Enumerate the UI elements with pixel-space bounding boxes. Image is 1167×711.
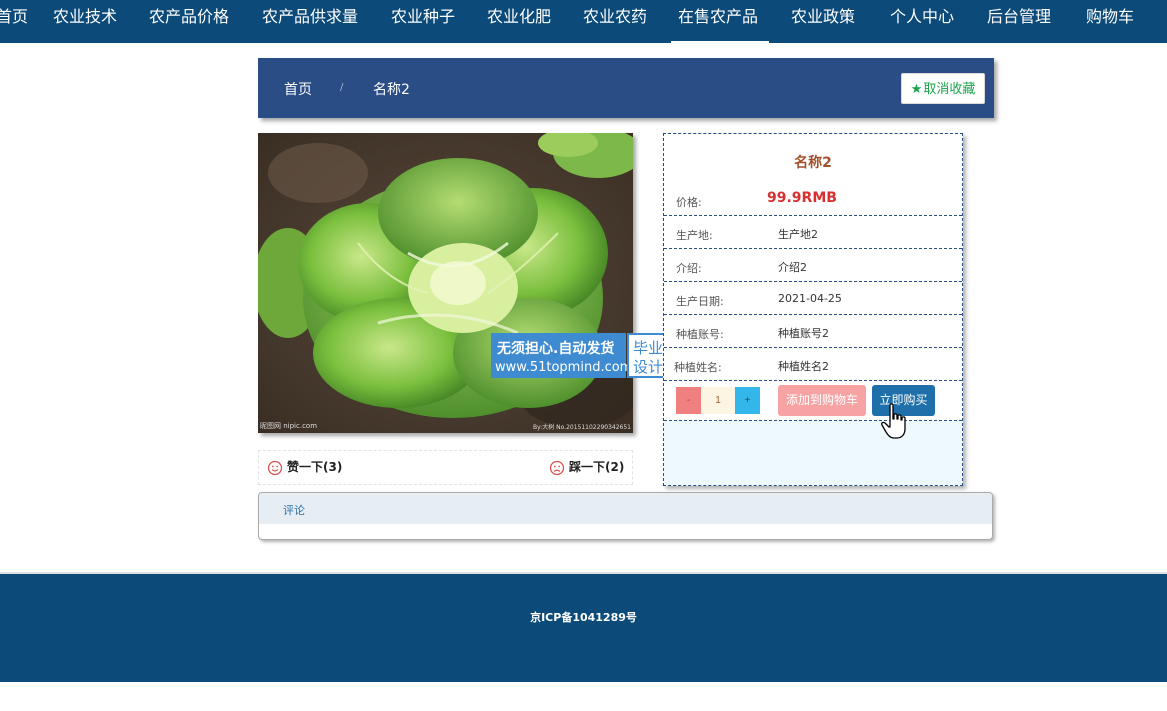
nav-item-fertilizer[interactable]: 农业化肥: [487, 0, 551, 43]
grower-name-label: 种植姓名:: [674, 361, 722, 374]
intro-value: 介绍2: [778, 261, 807, 274]
watermark-side-line2: 设计: [633, 358, 664, 376]
nav-item-pesticide[interactable]: 农业农药: [583, 0, 647, 43]
quantity-increase-button[interactable]: +: [735, 387, 760, 414]
like-label: 赞一下(3): [287, 460, 343, 474]
image-credit-right: By:大树 No.20151102290342651: [532, 424, 631, 431]
unfavorite-label: 取消收藏: [923, 81, 976, 96]
hand-cursor-icon: [881, 403, 906, 439]
image-credit-left: 昵图网 nipic.com: [260, 422, 318, 430]
grower-name-value: 种植姓名2: [778, 360, 829, 373]
lettuce-photo: [258, 133, 633, 433]
grower-account-value: 种植账号2: [778, 327, 829, 340]
nav-item-products-on-sale[interactable]: 在售农产品: [671, 0, 769, 43]
purchase-actions: - + 添加到购物车 立即购买: [664, 381, 962, 421]
star-icon: ★: [910, 81, 923, 96]
nav-item-cart[interactable]: 购物车: [1086, 0, 1134, 43]
price-row: 价格: 99.9RMB: [664, 183, 962, 216]
origin-label: 生产地:: [676, 229, 713, 242]
intro-label: 介绍:: [676, 262, 702, 275]
product-name: 名称2: [794, 155, 832, 171]
watermark-main: 无须担心.自动发货 www.51topmind.com: [491, 333, 632, 378]
quantity-input[interactable]: [701, 387, 735, 414]
price-value: 99.9RMB: [767, 190, 837, 206]
dislike-button[interactable]: 踩一下(2): [549, 458, 624, 476]
info-row-grower-account: 种植账号: 种植账号2: [664, 315, 962, 348]
smiley-icon: [267, 460, 283, 475]
watermark-line1: 无须担心.自动发货: [497, 341, 615, 357]
origin-value: 生产地2: [778, 228, 818, 241]
nav-item-tech[interactable]: 农业技术: [53, 0, 117, 43]
info-row-date: 生产日期: 2021-04-25: [664, 282, 962, 315]
breadcrumb-home-link[interactable]: 首页: [284, 79, 312, 99]
nav-item-profile[interactable]: 个人中心: [890, 0, 954, 43]
comment-panel: 评论: [258, 492, 993, 540]
product-info-header: 名称2: [664, 134, 962, 183]
quantity-decrease-button[interactable]: -: [676, 387, 701, 414]
price-label: 价格:: [676, 196, 702, 209]
nav-item-supply[interactable]: 农产品供求量: [262, 0, 358, 43]
footer: 京ICP备1041289号: [0, 572, 1167, 682]
like-button[interactable]: 赞一下(3): [267, 458, 342, 476]
watermark-line2: www.51topmind.com: [495, 360, 633, 375]
nav-item-home[interactable]: 首页: [0, 0, 28, 43]
product-image: 昵图网 nipic.com By:大树 No.20151102290342651: [258, 133, 633, 433]
breadcrumb-current: 名称2: [373, 82, 410, 98]
bottom-strip: [0, 682, 1167, 711]
frown-icon: [549, 460, 565, 475]
breadcrumb: 首页 / 名称2 ★取消收藏: [258, 58, 994, 118]
product-info-panel: 名称2 价格: 99.9RMB 生产地: 生产地2 介绍: 介绍2 生产日期: …: [663, 133, 963, 486]
add-to-cart-button[interactable]: 添加到购物车: [778, 385, 866, 416]
watermark-overlay: 无须担心.自动发货 www.51topmind.com 毕业 设计: [491, 333, 674, 378]
comment-title: 评论: [283, 504, 305, 517]
breadcrumb-separator: /: [340, 82, 344, 93]
nav-item-policy[interactable]: 农业政策: [791, 0, 855, 43]
dislike-label: 踩一下(2): [569, 460, 625, 474]
footer-icp: 京ICP备1041289号: [530, 611, 637, 624]
comment-header: 评论: [259, 493, 992, 524]
info-row-intro: 介绍: 介绍2: [664, 249, 962, 282]
info-row-origin: 生产地: 生产地2: [664, 216, 962, 249]
unfavorite-button[interactable]: ★取消收藏: [901, 73, 985, 104]
vote-row: 赞一下(3) 踩一下(2): [258, 450, 633, 485]
info-row-grower-name: 种植姓名: 种植姓名2: [664, 348, 962, 381]
nav-item-admin[interactable]: 后台管理: [987, 0, 1051, 43]
date-label: 生产日期:: [676, 295, 724, 308]
date-value: 2021-04-25: [778, 292, 842, 305]
watermark-side-line1: 毕业: [633, 339, 664, 357]
nav-item-seeds[interactable]: 农业种子: [391, 0, 455, 43]
grower-account-label: 种植账号:: [676, 328, 724, 341]
nav-item-price[interactable]: 农产品价格: [149, 0, 229, 43]
top-nav: 首页 农业技术 农产品价格 农产品供求量 农业种子 农业化肥 农业农药 在售农产…: [0, 0, 1167, 43]
